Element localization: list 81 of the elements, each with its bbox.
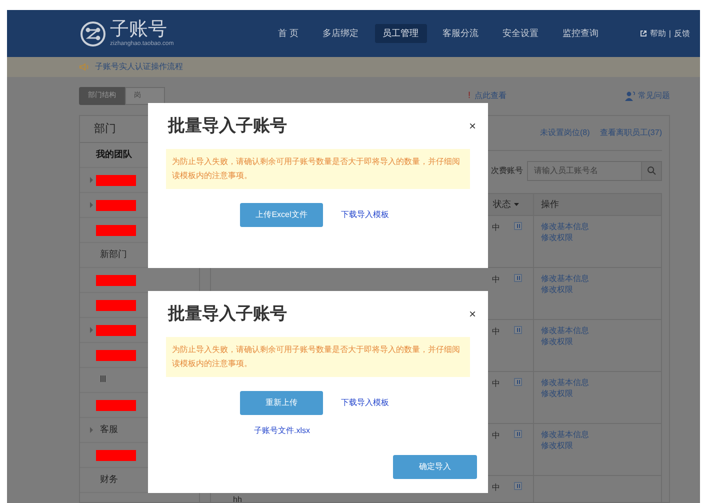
action-link[interactable]: 修改权限 <box>541 233 661 243</box>
user-help-icon <box>625 91 636 101</box>
redaction-mark <box>96 200 136 210</box>
pause-icon[interactable] <box>514 378 522 386</box>
sidebar-title: 部门 <box>94 122 116 137</box>
column-header: 操作 <box>541 198 559 211</box>
action-link[interactable]: 修改权限 <box>541 337 661 347</box>
upload-button[interactable]: 上传Excel文件 <box>240 203 323 227</box>
action-link[interactable]: 修改权限 <box>541 285 661 295</box>
pause-icon[interactable] <box>514 430 522 438</box>
view-link[interactable]: 点此查看 <box>474 90 507 102</box>
redaction-mark <box>96 400 136 410</box>
separator-text: | <box>668 28 671 40</box>
expand-arrow-icon[interactable] <box>90 427 93 433</box>
file-link[interactable]: 子账号文件.xlsx <box>254 425 310 437</box>
logo-icon <box>80 20 106 46</box>
search-button[interactable] <box>642 160 662 180</box>
link[interactable]: 查看离职员工(37) <box>600 127 662 139</box>
table-cell: 中 <box>492 222 500 234</box>
template-link[interactable]: 下载导入模板 <box>341 209 389 221</box>
expand-arrow-icon[interactable] <box>90 177 93 183</box>
nav-tab[interactable]: 客服分流 <box>434 24 487 44</box>
table-cell: 中 <box>492 378 500 390</box>
notice-link[interactable]: 子账号实人认证操作流程 <box>95 61 183 73</box>
template-link[interactable]: 下载导入模板 <box>341 397 389 409</box>
table-cell: 中 <box>492 274 500 286</box>
sidebar-item[interactable]: lll <box>100 373 106 387</box>
dialog-title: 批量导入子账号 <box>168 303 287 326</box>
sidebar-item[interactable]: 新部门 <box>100 248 127 262</box>
warning-text: 为防止导入失败，请确认剩余可用子账号数量是否大于即将导入的数量，并仔细阅读模板内的注意事项。 <box>166 337 470 377</box>
warning-text: 为防止导入失败，请确认剩余可用子账号数量是否大于即将导入的数量，并仔细阅读模板内的注意事项。 <box>166 149 470 189</box>
redaction-mark <box>96 274 136 286</box>
table-cell: 中 <box>492 430 500 442</box>
link[interactable]: 未设置岗位(8) <box>540 127 590 139</box>
caret-icon <box>514 203 519 206</box>
upload-button[interactable]: 重新上传 <box>240 391 323 415</box>
table-cell: 中 <box>492 326 500 338</box>
redaction-mark <box>96 324 136 336</box>
faq-link[interactable]: 常见问题 <box>638 90 670 102</box>
pause-icon[interactable] <box>514 326 522 334</box>
close-button[interactable]: × <box>468 120 476 132</box>
speaker-icon <box>79 63 89 71</box>
pause-icon[interactable] <box>514 274 522 282</box>
expand-arrow-icon[interactable] <box>90 202 93 208</box>
table-cell: 中 <box>492 482 500 494</box>
action-link[interactable]: 修改基本信息 <box>541 378 661 388</box>
action-link[interactable]: 修改基本信息 <box>541 326 661 336</box>
redaction-mark <box>96 350 136 360</box>
close-button[interactable]: × <box>468 308 476 320</box>
column-header: 状态 <box>493 198 511 211</box>
expand-arrow-icon[interactable] <box>90 327 93 333</box>
pause-icon[interactable] <box>514 482 522 490</box>
redaction-mark <box>96 450 136 460</box>
search-label: 次费账号 <box>491 164 523 176</box>
action-link[interactable]: 修改基本信息 <box>541 222 661 232</box>
sidebar-item[interactable]: 我的团队 <box>96 148 132 162</box>
nav-tab[interactable]: 员工管理 <box>374 24 427 44</box>
help-link[interactable]: 帮助 <box>650 28 666 40</box>
action-link[interactable]: 修改基本信息 <box>541 430 661 440</box>
action-link[interactable]: 修改权限 <box>541 441 661 451</box>
search-field[interactable]: 请输入员工账号名 <box>527 160 642 180</box>
alert-mark: ! <box>468 89 471 102</box>
redaction-mark <box>96 224 136 236</box>
action-link[interactable]: 修改基本信息 <box>541 274 661 284</box>
external-link-icon <box>640 30 647 37</box>
pause-icon[interactable] <box>514 222 522 230</box>
action-link[interactable]: 修改权限 <box>541 389 661 399</box>
table-cell: hh <box>233 495 242 503</box>
redaction-mark <box>96 300 136 310</box>
confirm-button[interactable]: 确定导入 <box>393 455 477 479</box>
sidebar-item[interactable]: 财务 <box>100 473 118 487</box>
search-icon <box>647 166 656 175</box>
nav-tab[interactable]: 多店绑定 <box>314 24 367 44</box>
sidebar-item[interactable]: 客服 <box>100 423 118 437</box>
redaction-mark <box>96 174 136 186</box>
logo-text: 子账号 <box>110 20 168 39</box>
dialog-title: 批量导入子账号 <box>168 115 287 138</box>
feedback-link[interactable]: 反馈 <box>674 28 690 40</box>
nav-tab[interactable]: 安全设置 <box>494 24 547 44</box>
nav-tab[interactable]: 首 页 <box>270 24 307 44</box>
nav-tab[interactable]: 监控查询 <box>554 24 607 44</box>
